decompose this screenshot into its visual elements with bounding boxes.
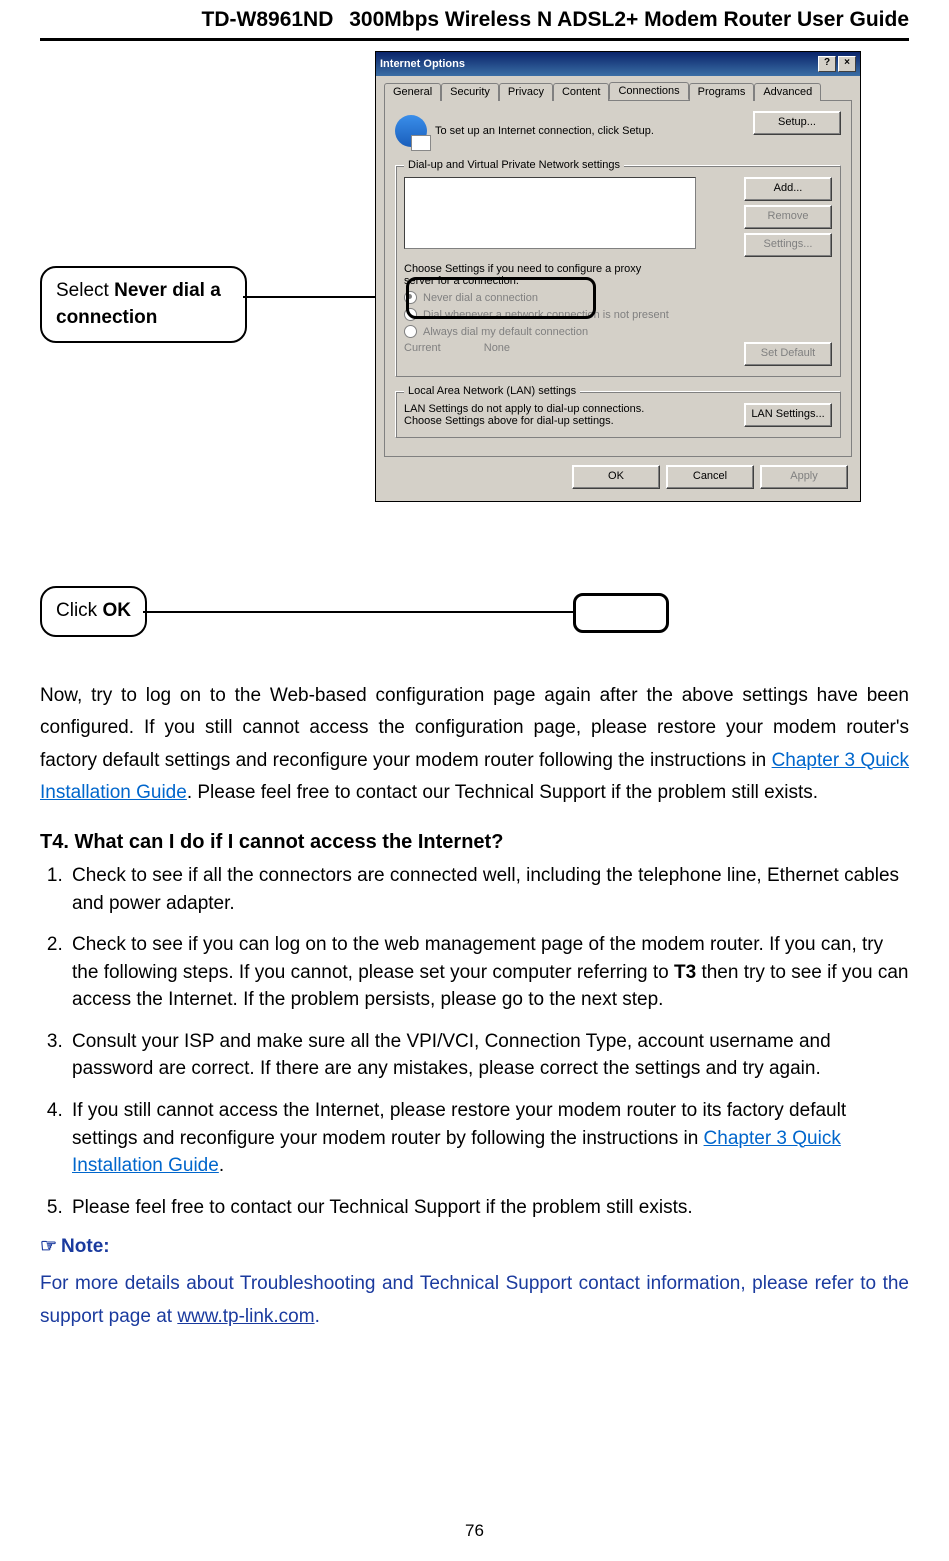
step-text: . bbox=[219, 1155, 224, 1176]
radio-label: Never dial a connection bbox=[423, 292, 538, 304]
note-label-text: Note: bbox=[61, 1236, 110, 1257]
internet-options-dialog: Internet Options ? × General Security Pr… bbox=[375, 51, 861, 502]
highlight-ring-ok bbox=[573, 593, 669, 633]
current-value: None bbox=[484, 342, 510, 354]
list-item: Please feel free to contact our Technica… bbox=[68, 1194, 909, 1222]
step-bold: T3 bbox=[674, 962, 696, 983]
callout-never-dial: Select Never dial a connection bbox=[40, 266, 247, 343]
header-title: 300Mbps Wireless N ADSL2+ Modem Router U… bbox=[349, 8, 909, 31]
list-item: If you still cannot access the Internet,… bbox=[68, 1097, 909, 1180]
tab-content[interactable]: Content bbox=[553, 83, 610, 101]
note-text-b: . bbox=[315, 1306, 320, 1327]
close-icon[interactable]: × bbox=[838, 56, 856, 72]
apply-button: Apply bbox=[760, 465, 848, 489]
dialog-footer: OK Cancel Apply bbox=[384, 457, 852, 491]
hand-icon: ☞ bbox=[40, 1236, 57, 1257]
tab-connections[interactable]: Connections bbox=[609, 82, 688, 100]
radio-always-dial[interactable]: Always dial my default connection bbox=[404, 325, 832, 338]
link-tplink[interactable]: www.tp-link.com bbox=[177, 1306, 314, 1327]
group-dialup-legend: Dial-up and Virtual Private Network sett… bbox=[404, 159, 624, 171]
setup-text: To set up an Internet connection, click … bbox=[435, 125, 665, 137]
radio-icon bbox=[404, 325, 417, 338]
group-lan-legend: Local Area Network (LAN) settings bbox=[404, 385, 580, 397]
list-item: Check to see if you can log on to the we… bbox=[68, 931, 909, 1014]
radio-icon bbox=[404, 308, 417, 321]
radio-icon bbox=[404, 291, 417, 304]
group-dialup: Dial-up and Virtual Private Network sett… bbox=[395, 159, 841, 377]
callout-text: Select bbox=[56, 280, 114, 301]
globe-icon bbox=[395, 115, 427, 147]
lan-text: LAN Settings do not apply to dial-up con… bbox=[404, 403, 664, 427]
proxy-text: Choose Settings if you need to configure… bbox=[404, 263, 832, 275]
note-label: ☞Note: bbox=[40, 1235, 909, 1258]
figure-area: Select Never dial a connection Click OK … bbox=[40, 51, 909, 666]
ok-button[interactable]: OK bbox=[572, 465, 660, 489]
list-item: Consult your ISP and make sure all the V… bbox=[68, 1028, 909, 1083]
setup-button[interactable]: Setup... bbox=[753, 111, 841, 135]
tab-security[interactable]: Security bbox=[441, 83, 499, 101]
proxy-text: server for a connection. bbox=[404, 275, 832, 287]
step-text: Consult your ISP and make sure all the V… bbox=[72, 1031, 831, 1080]
callout-click-ok: Click OK bbox=[40, 586, 147, 637]
callout-text: Click bbox=[56, 600, 102, 621]
step-text: Please feel free to contact our Technica… bbox=[72, 1197, 693, 1218]
page-header: TD-W8961ND 300Mbps Wireless N ADSL2+ Mod… bbox=[40, 0, 909, 41]
note-text: For more details about Troubleshooting a… bbox=[40, 1268, 909, 1333]
callout-bold: connection bbox=[56, 307, 157, 328]
tab-privacy[interactable]: Privacy bbox=[499, 83, 553, 101]
tab-general[interactable]: General bbox=[384, 83, 441, 101]
callout-bold: Never dial a bbox=[114, 280, 221, 301]
list-item: Check to see if all the connectors are c… bbox=[68, 862, 909, 917]
tab-programs[interactable]: Programs bbox=[689, 83, 755, 101]
dialog-title: Internet Options bbox=[380, 58, 465, 70]
lan-settings-button[interactable]: LAN Settings... bbox=[744, 403, 832, 427]
body-text: . Please feel free to contact our Techni… bbox=[187, 782, 818, 803]
tab-pane: To set up an Internet connection, click … bbox=[384, 101, 852, 457]
dialup-listbox[interactable] bbox=[404, 177, 696, 249]
radio-label: Always dial my default connection bbox=[423, 326, 588, 338]
dialog-titlebar: Internet Options ? × bbox=[376, 52, 860, 76]
current-label: Current bbox=[404, 342, 441, 354]
remove-button: Remove bbox=[744, 205, 832, 229]
settings-button: Settings... bbox=[744, 233, 832, 257]
section-t4-heading: T4. What can I do if I cannot access the… bbox=[40, 831, 909, 854]
tab-strip: General Security Privacy Content Connect… bbox=[384, 82, 852, 101]
header-model: TD-W8961ND bbox=[202, 8, 334, 31]
set-default-button: Set Default bbox=[744, 342, 832, 366]
tab-advanced[interactable]: Advanced bbox=[754, 83, 821, 101]
body-paragraph: Now, try to log on to the Web-based conf… bbox=[40, 680, 909, 809]
add-button[interactable]: Add... bbox=[744, 177, 832, 201]
radio-label: Dial whenever a network connection is no… bbox=[423, 309, 669, 321]
callout-connector bbox=[143, 611, 573, 613]
step-text: Check to see if all the connectors are c… bbox=[72, 865, 899, 914]
cancel-button[interactable]: Cancel bbox=[666, 465, 754, 489]
steps-list: Check to see if all the connectors are c… bbox=[40, 862, 909, 1221]
page-number: 76 bbox=[0, 1521, 949, 1541]
help-icon[interactable]: ? bbox=[818, 56, 836, 72]
radio-dial-not-present[interactable]: Dial whenever a network connection is no… bbox=[404, 308, 832, 321]
note-text-a: For more details about Troubleshooting a… bbox=[40, 1273, 909, 1326]
radio-never-dial[interactable]: Never dial a connection bbox=[404, 291, 832, 304]
group-lan: Local Area Network (LAN) settings LAN Se… bbox=[395, 385, 841, 438]
callout-bold: OK bbox=[102, 600, 131, 621]
